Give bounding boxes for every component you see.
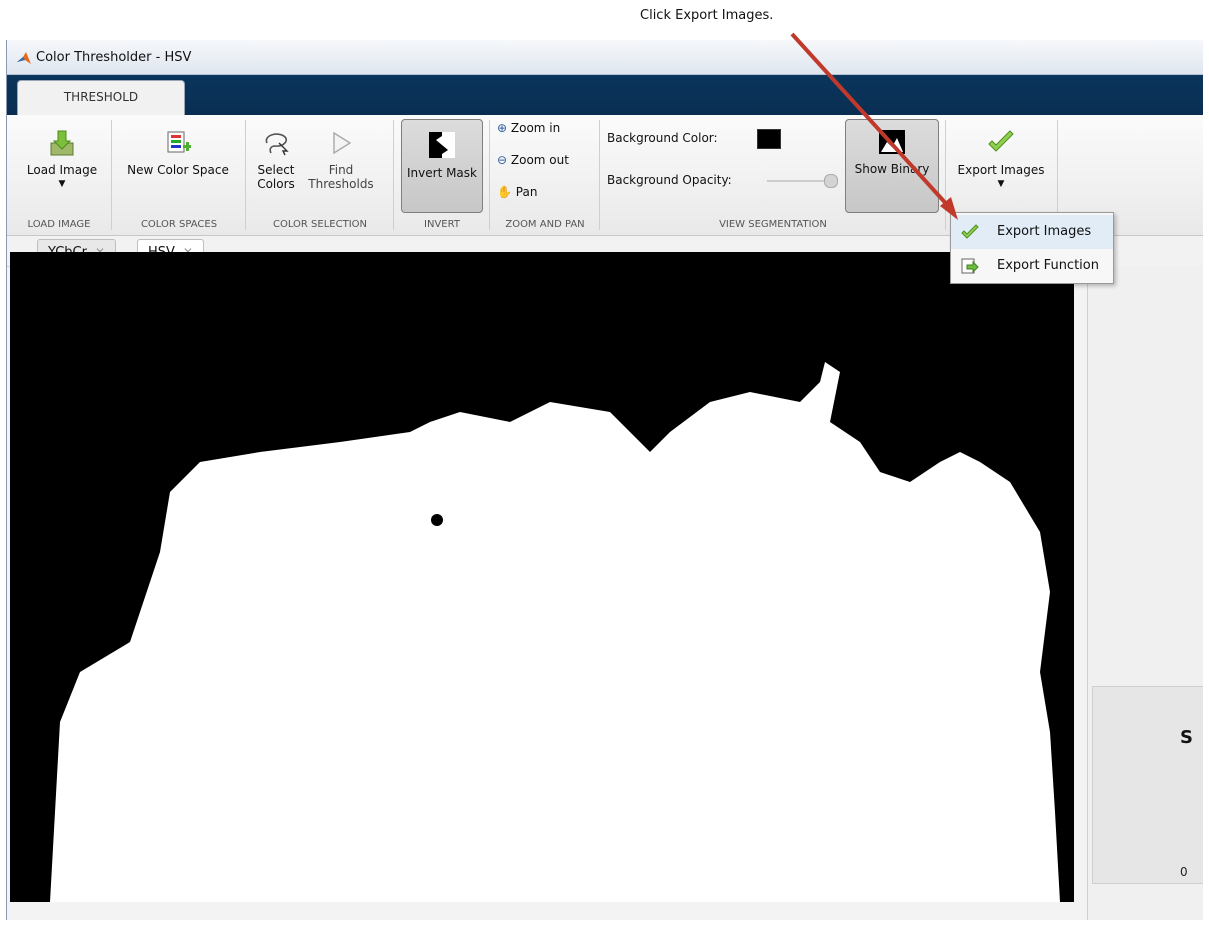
slider-thumb[interactable] (824, 174, 838, 188)
green-checkmark-icon (961, 224, 979, 239)
binary-mask-image[interactable] (10, 252, 1074, 902)
show-binary-button[interactable]: Show Binary (845, 119, 939, 213)
load-image-label: Load Image (26, 163, 98, 177)
matlab-logo-icon (17, 52, 31, 64)
window-title: Color Thresholder - HSV (36, 50, 192, 65)
select-colors-label-1: Select (257, 163, 295, 177)
menu-item-label: Export Function (997, 258, 1099, 273)
show-binary-icon (879, 130, 905, 154)
zoom-out-button[interactable]: ⊖ Zoom out (497, 153, 569, 167)
pan-label: Pan (515, 185, 538, 199)
zoom-in-icon: ⊕ (497, 121, 508, 135)
select-colors-label-2: Colors (257, 177, 295, 191)
section-label-view-segmentation: VIEW SEGMENTATION (719, 219, 827, 230)
zoom-in-button[interactable]: ⊕ Zoom in (497, 121, 560, 135)
play-icon (333, 131, 352, 155)
export-images-button[interactable]: Export Images ▼ (951, 129, 1051, 191)
pan-button[interactable]: ✋ Pan (497, 185, 537, 199)
title-bar: Color Thresholder - HSV (7, 40, 1203, 75)
zoom-in-label: Zoom in (510, 121, 561, 135)
lasso-icon (265, 133, 289, 156)
background-color-label: Background Color: (607, 131, 718, 145)
separator (111, 120, 112, 230)
section-label-load-image: LOAD IMAGE (27, 219, 91, 230)
section-label-zoom-and-pan: ZOOM AND PAN (505, 219, 585, 230)
background-color-swatch[interactable] (757, 129, 781, 149)
menu-item-label: Export Images (997, 224, 1092, 239)
saturation-panel: S 0 (1092, 686, 1203, 884)
section-label-invert: INVERT (424, 219, 460, 230)
invert-mask-button[interactable]: Invert Mask (401, 119, 483, 213)
export-dropdown-menu: Export Images Export Function (950, 212, 1114, 284)
ribbon-tab-bar (7, 75, 1203, 115)
find-thresholds-label-1: Find (328, 163, 354, 177)
select-colors-button[interactable]: Select Colors (251, 129, 301, 191)
separator (599, 120, 600, 230)
dropdown-arrow-icon: ▼ (58, 179, 66, 189)
zoom-out-label: Zoom out (510, 153, 569, 167)
invert-mask-icon (429, 132, 455, 158)
callout-text: Click Export Images. (640, 8, 774, 23)
export-function-icon (961, 258, 979, 274)
export-images-label: Export Images (957, 163, 1045, 177)
menu-item-export-function[interactable]: Export Function (951, 249, 1113, 283)
background-opacity-label: Background Opacity: (607, 173, 732, 187)
separator (245, 120, 246, 230)
mask-shape (50, 362, 1060, 902)
axis-min-label: 0 (1180, 865, 1188, 879)
channel-label: S (1180, 727, 1193, 748)
find-thresholds-label-2: Thresholds (308, 177, 374, 191)
new-color-space-button[interactable]: New Color Space (117, 129, 239, 177)
section-label-color-spaces: COLOR SPACES (140, 219, 218, 230)
new-color-space-label: New Color Space (127, 163, 229, 177)
menu-item-export-images[interactable]: Export Images (951, 215, 1113, 249)
pan-hand-icon: ✋ (497, 185, 512, 199)
load-image-button[interactable]: Load Image ▼ (19, 129, 105, 191)
separator (393, 120, 394, 230)
zoom-out-icon: ⊖ (497, 153, 508, 167)
invert-mask-label: Invert Mask (407, 166, 477, 180)
new-color-space-icon (167, 131, 191, 153)
find-thresholds-button[interactable]: Find Thresholds (303, 129, 379, 191)
dropdown-arrow-icon: ▼ (997, 179, 1005, 189)
histogram-side-panel: S 0 (1087, 266, 1203, 920)
section-label-color-selection: COLOR SELECTION (272, 219, 367, 230)
green-checkmark-icon (988, 130, 1014, 152)
separator (945, 120, 946, 230)
separator (489, 120, 490, 230)
tab-threshold[interactable]: THRESHOLD (17, 80, 185, 116)
show-binary-label: Show Binary (854, 162, 930, 176)
load-image-icon (50, 130, 74, 156)
